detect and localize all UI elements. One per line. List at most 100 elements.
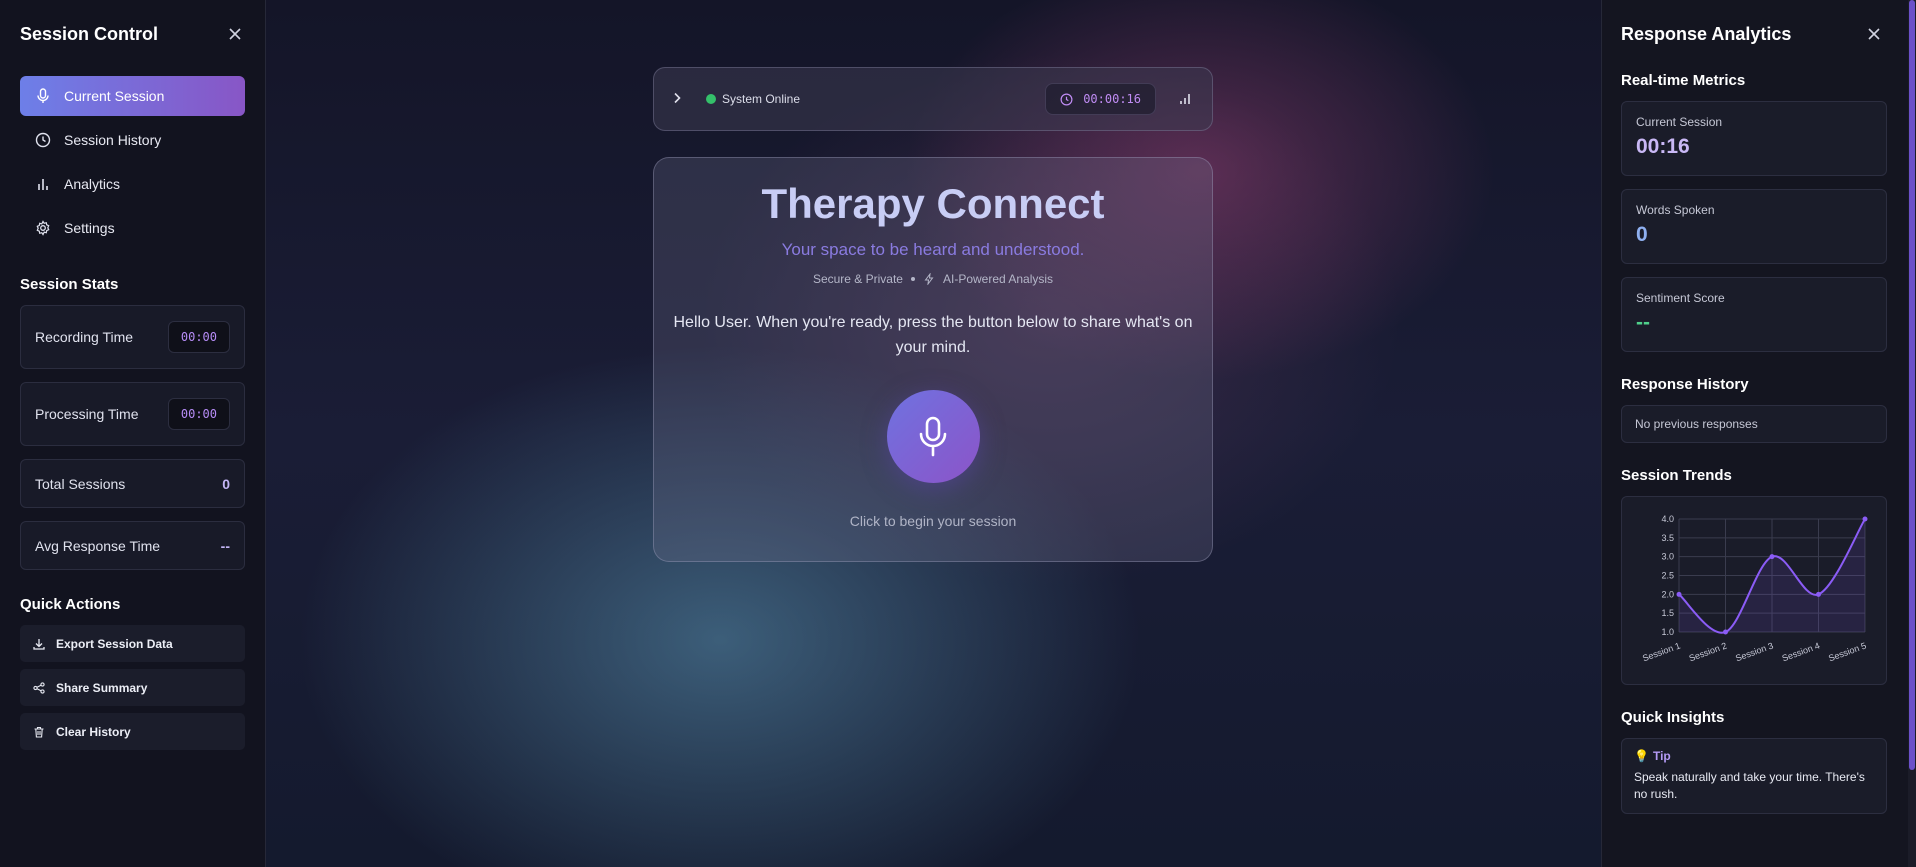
metric-label: Current Session	[1636, 115, 1723, 129]
session-trends-chart: 1.0 1.5 2.0 2.5 3.0 3.5 4.0 Session 1 Session 2S…	[1621, 496, 1887, 685]
y-tick-label: 3.5	[1661, 533, 1674, 543]
trend-point	[1769, 554, 1775, 560]
response-history-empty: No previous responses	[1621, 405, 1887, 443]
analytics-header: Response Analytics	[1621, 20, 1896, 48]
lightbulb-icon: 💡	[1634, 749, 1649, 763]
stat-label: Processing Time	[35, 406, 139, 422]
clock-icon	[34, 131, 52, 149]
metric-current-session: Current Session 00:16	[1621, 101, 1887, 176]
y-tick-label: 2.5	[1661, 571, 1674, 581]
trash-icon	[32, 725, 46, 739]
status-indicator-dot	[706, 94, 716, 104]
app-subtitle: Your space to be heard and understood.	[781, 240, 1085, 259]
bar-chart-icon	[34, 175, 52, 193]
metric-sentiment-score: Sentiment Score --	[1621, 277, 1887, 352]
nav-item-settings[interactable]: Settings	[20, 208, 245, 248]
nav-item-label: Analytics	[64, 176, 121, 192]
feature-badges: Secure & Private AI-Powered Analysis	[654, 272, 1212, 286]
x-tick-label: Session 2	[1688, 640, 1729, 663]
quick-action-label: Clear History	[56, 724, 131, 739]
close-sidebar-button[interactable]	[225, 24, 245, 44]
quick-action-label: Share Summary	[56, 680, 148, 695]
nav-item-session-history[interactable]: Session History	[20, 120, 245, 160]
trend-point	[1723, 629, 1728, 635]
quick-action-label: Export Session Data	[56, 636, 173, 651]
y-tick-label: 3.0	[1661, 552, 1674, 562]
y-tick-label: 4.0	[1661, 514, 1674, 524]
x-tick-label: Session 5	[1827, 640, 1868, 663]
session-trends-title: Session Trends	[1621, 467, 1732, 484]
nav-item-current-session[interactable]: Current Session	[20, 76, 245, 116]
metric-value: --	[1636, 311, 1650, 334]
tip-header: 💡 Tip	[1634, 749, 1874, 763]
quick-insights-title: Quick Insights	[1621, 709, 1725, 726]
response-analytics-sidebar: Response Analytics Real-time Metrics Cur…	[1601, 0, 1916, 867]
sidebar-nav: Current Session Session History Analytic…	[20, 76, 245, 248]
mic-icon	[919, 416, 947, 456]
greeting-text: Hello User. When you're ready, press the…	[673, 314, 1193, 356]
y-tick-label: 1.0	[1661, 627, 1674, 637]
gear-icon	[34, 219, 52, 237]
sidebar-title: Session Control	[20, 23, 159, 44]
tip-text: Speak naturally and take your time. Ther…	[1634, 770, 1865, 801]
chevron-right-icon	[674, 92, 681, 104]
stat-value: 0	[222, 475, 230, 492]
x-tick-label: Session 3	[1734, 640, 1775, 663]
session-timer: 00:00:16	[1045, 83, 1156, 115]
download-icon	[32, 637, 46, 651]
app-title: Therapy Connect	[761, 180, 1105, 227]
badge-ai: AI-Powered Analysis	[942, 272, 1054, 286]
badge-secure: Secure & Private	[812, 272, 903, 286]
quick-actions-title: Quick Actions	[20, 596, 121, 613]
clear-history-button[interactable]: Clear History	[20, 713, 245, 750]
export-session-data-button[interactable]: Export Session Data	[20, 625, 245, 662]
analytics-title: Response Analytics	[1621, 23, 1792, 44]
realtime-metrics-title: Real-time Metrics	[1621, 72, 1746, 89]
share-summary-button[interactable]: Share Summary	[20, 669, 245, 706]
trend-point	[1816, 591, 1821, 597]
insight-tip-card: 💡 Tip Speak naturally and take your time…	[1621, 738, 1887, 814]
stat-avg-response-time: Avg Response Time --	[20, 521, 245, 570]
mic-icon	[34, 87, 52, 105]
close-analytics-button[interactable]	[1864, 24, 1884, 44]
analytics-toggle-button[interactable]	[1176, 90, 1194, 108]
expand-sidebar-button[interactable]	[672, 91, 692, 107]
stat-total-sessions: Total Sessions 0	[20, 459, 245, 508]
clock-icon	[1060, 93, 1073, 105]
metric-value: 00:16	[1636, 135, 1690, 158]
nav-item-label: Session History	[64, 132, 162, 148]
stat-label: Recording Time	[35, 329, 134, 345]
stat-label: Avg Response Time	[35, 537, 161, 554]
sidebar-scrollbar[interactable]	[1908, 0, 1916, 867]
stat-value: --	[220, 537, 230, 554]
signal-bars-icon	[1180, 94, 1190, 104]
session-timer-value: 00:00:16	[1083, 92, 1141, 106]
x-tick-label: Session 4	[1781, 640, 1822, 663]
tip-label: Tip	[1652, 749, 1671, 763]
y-tick-label: 2.0	[1661, 589, 1674, 599]
x-tick-label: Session 1	[1641, 640, 1682, 663]
stat-value: 00:00	[167, 321, 230, 353]
metric-words-spoken: Words Spoken 0	[1621, 189, 1887, 264]
stat-value: 00:00	[167, 398, 230, 430]
bolt-icon	[924, 273, 934, 285]
close-icon	[229, 28, 241, 40]
trend-chart-svg: 1.01.52.02.53.03.54.0Session 1 Session 2S…	[1641, 514, 1868, 663]
start-session-mic-button[interactable]	[886, 390, 980, 483]
system-status-text: System Online	[722, 92, 801, 106]
nav-item-label: Settings	[64, 220, 115, 236]
metric-label: Sentiment Score	[1636, 291, 1725, 305]
close-icon	[1868, 28, 1880, 40]
badge-separator	[910, 277, 915, 281]
stat-processing-time: Processing Time 00:00	[20, 382, 245, 446]
nav-item-analytics[interactable]: Analytics	[20, 164, 245, 204]
y-tick-label: 1.5	[1661, 608, 1674, 618]
metric-value: 0	[1636, 223, 1648, 246]
stat-recording-time: Recording Time 00:00	[20, 305, 245, 369]
session-control-sidebar: Session Control Current Session Session …	[0, 0, 266, 867]
response-history-title: Response History	[1621, 376, 1749, 393]
session-stats-title: Session Stats	[20, 276, 119, 293]
scrollbar-thumb[interactable]	[1909, 0, 1915, 770]
metric-label: Words Spoken	[1636, 203, 1715, 217]
session-top-bar: System Online 00:00:16	[653, 67, 1213, 131]
